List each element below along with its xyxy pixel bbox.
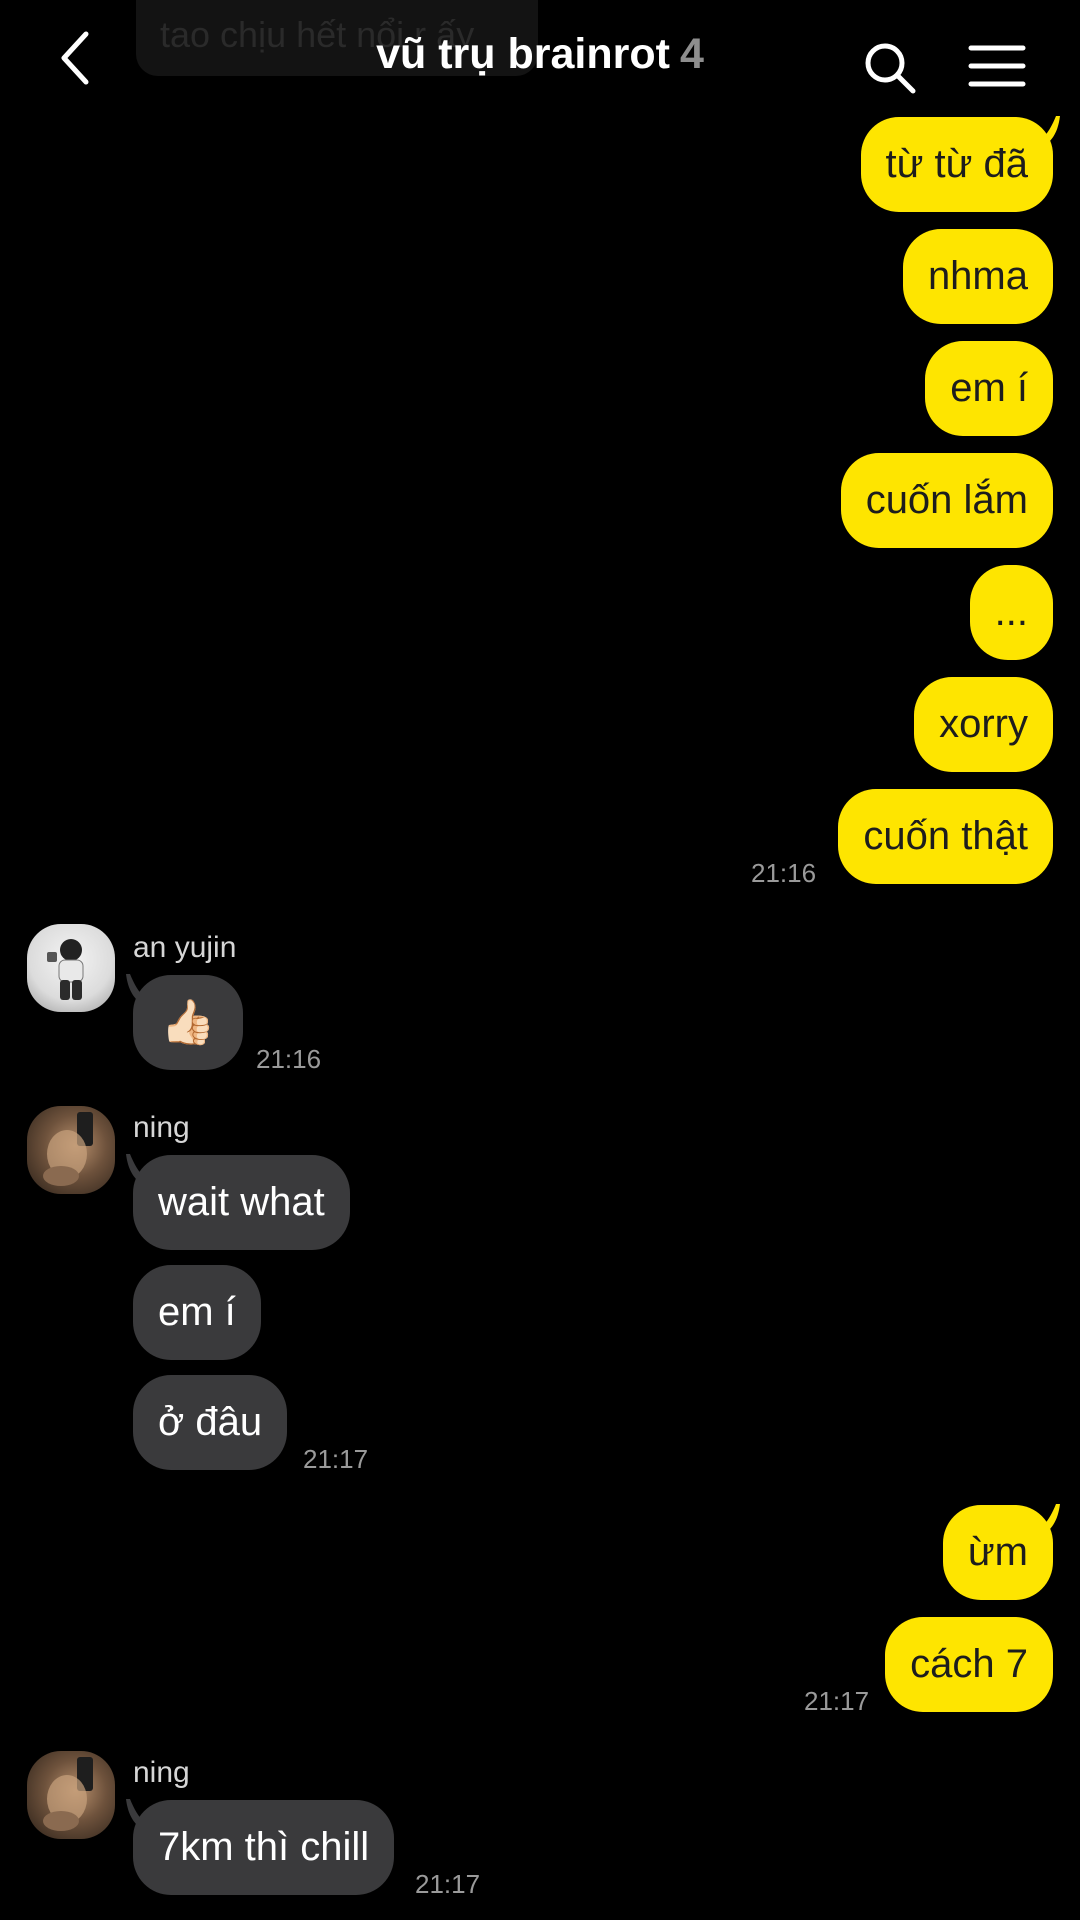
my-message-bubble[interactable]: cuốn thật <box>838 789 1053 884</box>
my-message-bubble[interactable]: từ từ đã <box>860 117 1053 212</box>
search-button[interactable] <box>862 40 918 96</box>
search-icon <box>865 43 916 94</box>
avatar-ning[interactable] <box>27 1106 115 1194</box>
my-message-bubble[interactable]: cách 7 <box>885 1617 1053 1712</box>
their-message-bubble[interactable]: 7km thì chill <box>133 1800 395 1895</box>
message-timestamp: 21:17 <box>415 1869 481 1899</box>
sender-name: ning <box>133 1111 190 1144</box>
my-message-bubble[interactable]: ừm <box>942 1505 1053 1600</box>
chat-title: vũ trụ brainrot 4 <box>0 30 1080 79</box>
avatar-an-yujin[interactable] <box>27 924 115 1012</box>
their-message-bubble[interactable]: 👍🏻 <box>133 975 243 1070</box>
member-count: 4 <box>679 30 704 78</box>
my-message-bubble[interactable]: em í <box>925 341 1053 436</box>
chat-room-name: vũ trụ brainrot <box>376 30 670 78</box>
avatar-photo <box>43 1757 93 1831</box>
message-timestamp: 21:17 <box>804 1686 870 1716</box>
my-message-bubble[interactable]: cuốn lắm <box>840 453 1053 548</box>
message-timestamp: 21:16 <box>256 1044 322 1074</box>
avatar-photo <box>43 1112 93 1186</box>
my-message-bubble[interactable]: ... <box>969 565 1053 660</box>
my-message-bubble[interactable]: xorry <box>914 677 1053 772</box>
their-message-bubble[interactable]: ở đâu <box>133 1375 288 1470</box>
hamburger-menu-icon <box>968 45 1026 87</box>
their-message-bubble[interactable]: em í <box>133 1265 261 1360</box>
message-timestamp: 21:16 <box>751 858 817 888</box>
my-message-bubble[interactable]: nhma <box>902 229 1053 324</box>
menu-button[interactable] <box>968 44 1026 88</box>
avatar-photo <box>47 939 84 1000</box>
their-message-bubble[interactable]: wait what <box>133 1155 350 1250</box>
message-timestamp: 21:17 <box>303 1444 369 1474</box>
avatar-ning[interactable] <box>27 1751 115 1839</box>
sender-name: an yujin <box>133 931 237 964</box>
chat-header: vũ trụ brainrot 4 <box>0 0 1080 118</box>
sender-name: ning <box>133 1756 190 1789</box>
